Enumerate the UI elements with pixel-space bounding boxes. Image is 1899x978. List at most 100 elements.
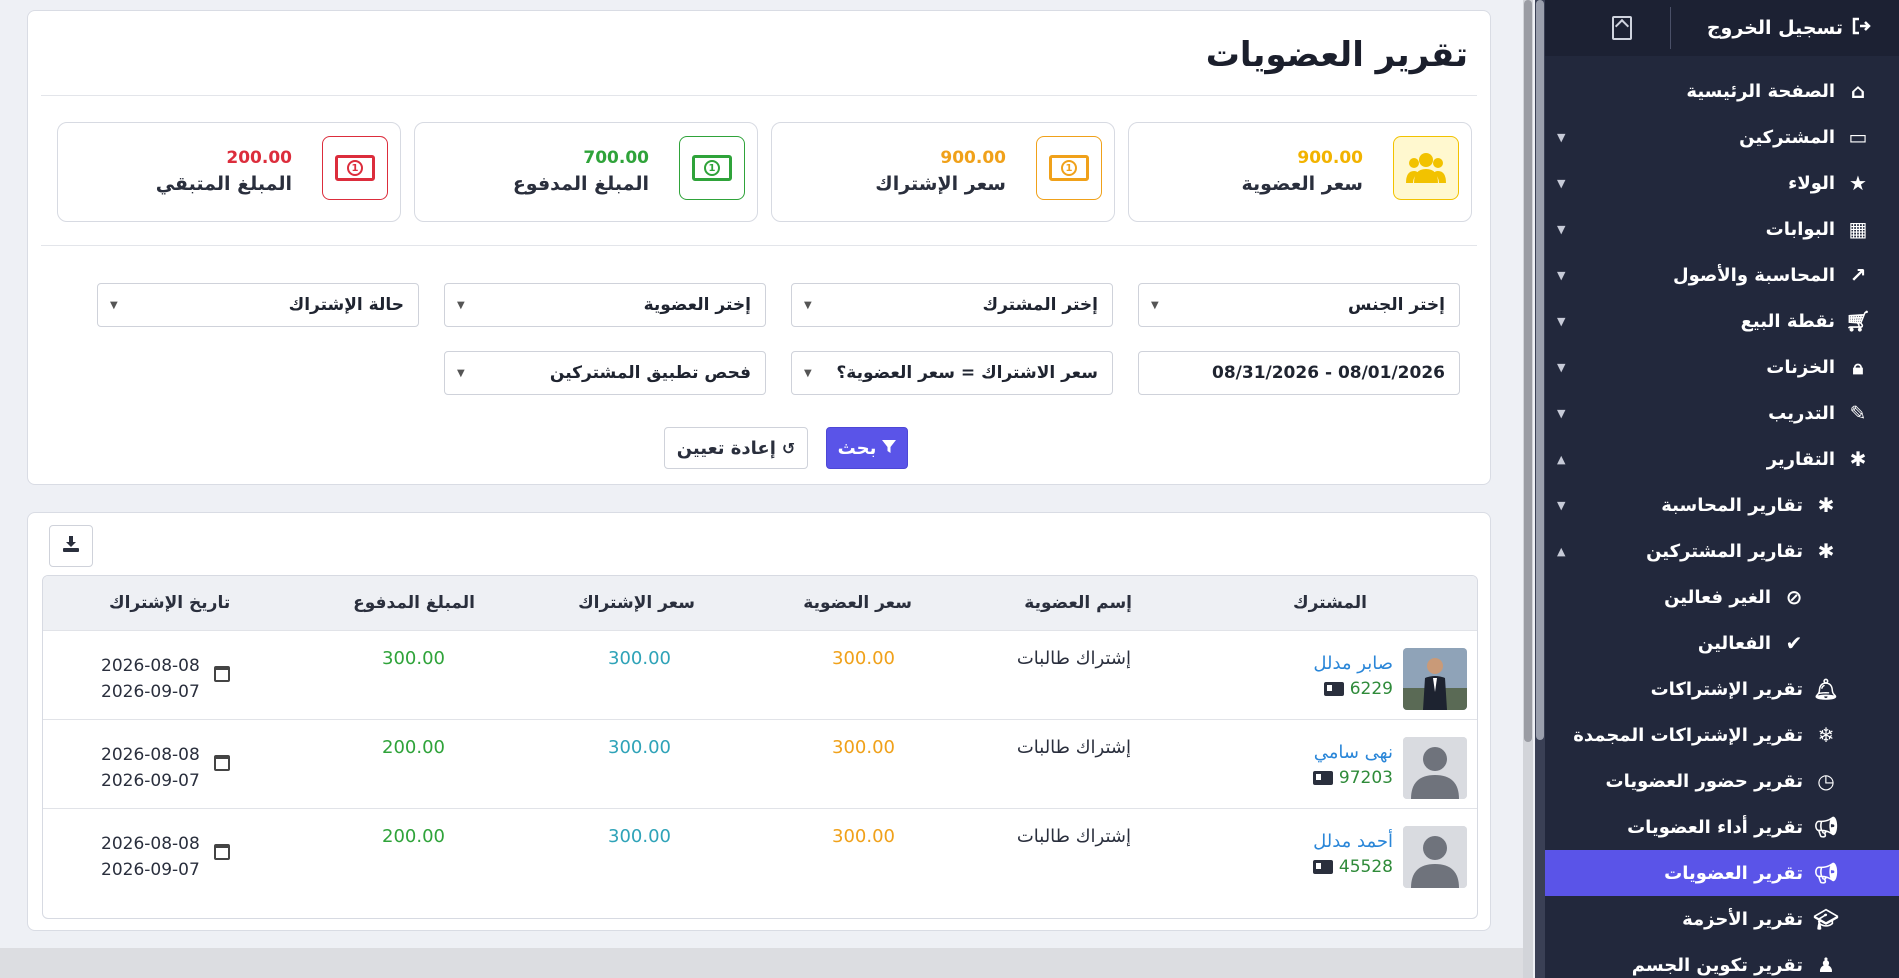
start-date: 2026-08-08 [101, 745, 200, 765]
check-icon: ✔ [1785, 631, 1803, 655]
sidebar-item-safes[interactable]: 🔒︎ الخزنات ▼ [1535, 344, 1899, 390]
sidebar-scrollbar-thumb[interactable] [1536, 0, 1544, 740]
col-date: تاريخ الإشتراك [109, 593, 231, 613]
footer-strip [0, 948, 1523, 978]
date-range-input[interactable]: 08/31/2026 - 08/01/2026 [1138, 351, 1460, 395]
sidebar-item-performance-report[interactable]: 📢︎ تقرير أداء العضويات [1535, 804, 1899, 850]
member-id-value: 6229 [1349, 679, 1393, 699]
sidebar-item-label: تقرير تكوين الجسم [1631, 954, 1803, 976]
sidebar-item-label: الفعالين [1697, 632, 1771, 654]
member-select[interactable]: إختر المشترك ▼ [791, 283, 1113, 327]
price-compare-select[interactable]: سعر الاشتراك = سعر العضوية؟ ▼ [791, 351, 1113, 395]
sidebar-top-bar: تسجيل الخروج [1535, 0, 1899, 56]
sidebar-item-attendance-report[interactable]: ◷ تقرير حضور العضويات [1535, 758, 1899, 804]
sidebar-item-label: تقرير الإشتراكات المجمدة [1573, 724, 1803, 746]
sidebar-item-label: البوابات [1765, 218, 1835, 240]
sidebar-item-reports[interactable]: ✱ التقارير ▲ [1535, 436, 1899, 482]
member-name-link[interactable]: أحمد مدلل [1313, 831, 1393, 852]
caret-down-icon: ▼ [110, 299, 118, 311]
sidebar-item-gates[interactable]: ▦ البوابات ▼ [1535, 206, 1899, 252]
caret-down-icon: ▼ [457, 367, 465, 379]
caret-down-icon: ▼ [1557, 314, 1566, 328]
app-check-select[interactable]: فحص تطبيق المشتركين ▼ [444, 351, 766, 395]
sidebar-item-training[interactable]: ✎ التدريب ▼ [1535, 390, 1899, 436]
graduation-cap-icon: 🎓︎ [1813, 907, 1839, 931]
sidebar-item-frozen-report[interactable]: ❄ تقرير الإشتراكات المجمدة [1535, 712, 1899, 758]
id-card-icon [1312, 771, 1333, 785]
divider [41, 245, 1477, 246]
caret-up-icon: ▲ [1557, 452, 1566, 466]
sidebar-item-active[interactable]: ✔ الفعالين [1535, 620, 1899, 666]
reset-button[interactable]: ↺ إعادة تعيين [664, 427, 808, 469]
divider [1669, 7, 1671, 49]
member-name-link[interactable]: نهى سامي [1314, 742, 1393, 763]
membership-select[interactable]: إختر العضوية ▼ [444, 283, 766, 327]
sidebar-item-label: الصفحة الرئيسية [1686, 80, 1835, 102]
main-scrollbar[interactable] [1523, 0, 1533, 978]
bell-icon: 🔔︎ [1813, 677, 1839, 701]
sidebar-item-subscribers[interactable]: ▭ المشتركين ▼ [1535, 114, 1899, 160]
search-button[interactable]: بحث [826, 427, 908, 469]
filter-icon [882, 438, 897, 459]
cart-icon: 🛒︎ [1845, 309, 1871, 333]
sidebar-item-belts-report[interactable]: 🎓︎ تقرير الأحزمة [1535, 896, 1899, 942]
col-membership: إسم العضوية [1024, 593, 1132, 613]
sidebar-item-accounting-reports[interactable]: ✱ تقارير المحاسبة ▼ [1535, 482, 1899, 528]
sidebar-item-inactive[interactable]: ⊘ الغير فعالين [1535, 574, 1899, 620]
logout-label: تسجيل الخروج [1706, 17, 1843, 39]
member-name-link[interactable]: صابر مدلل [1313, 653, 1393, 674]
sidebar-item-home[interactable]: ⌂ الصفحة الرئيسية [1535, 68, 1899, 114]
subscription-price: 300.00 [608, 648, 671, 669]
ban-icon: ⊘ [1785, 585, 1803, 609]
sidebar-item-label: نقطة البيع [1740, 310, 1835, 332]
sidebar-item-label: تقرير العضويات [1664, 862, 1803, 884]
language-icon[interactable] [1611, 16, 1632, 40]
start-date: 2026-08-08 [101, 834, 200, 854]
stat-label: سعر العضوية [1241, 173, 1363, 195]
table-header: المشترك إسم العضوية سعر العضوية سعر الإش… [43, 576, 1477, 631]
subscription-price: 300.00 [608, 737, 671, 758]
bug-icon: ✱ [1817, 493, 1835, 517]
app-check-value: فحص تطبيق المشتركين [549, 363, 751, 383]
sidebar-item-label: تقرير حضور العضويات [1605, 770, 1803, 792]
stat-membership-price: 900.00 سعر العضوية [1128, 122, 1472, 222]
home-icon: ⌂ [1850, 79, 1866, 103]
subscription-status-select[interactable]: حالة الإشتراك ▼ [97, 283, 419, 327]
memberships-table: المشترك إسم العضوية سعر العضوية سعر الإش… [42, 575, 1478, 919]
search-button-label: بحث [837, 437, 877, 459]
sidebar-item-label: المحاسبة والأصول [1672, 264, 1835, 286]
main-content: تقرير العضويات 900.00 سعر العضوية 1 900.… [0, 0, 1533, 978]
membership-name: إشتراك طالبات [1016, 826, 1131, 847]
sidebar-item-loyalty[interactable]: ★ الولاء ▼ [1535, 160, 1899, 206]
sidebar-item-subscriptions-report[interactable]: 🔔︎ تقرير الإشتراكات [1535, 666, 1899, 712]
status-select-value: حالة الإشتراك [288, 295, 404, 315]
download-button[interactable] [49, 525, 93, 567]
divider [41, 95, 1477, 96]
stat-value: 900.00 [1297, 148, 1363, 168]
start-date: 2026-08-08 [101, 656, 200, 676]
calendar-icon [214, 666, 230, 682]
caret-down-icon: ▼ [1151, 299, 1159, 311]
end-date: 2026-09-07 [101, 682, 200, 702]
caret-down-icon: ▼ [1557, 268, 1566, 282]
subscription-dates: 2026-08-08 2026-09-07 [101, 831, 200, 883]
stat-label: المبلغ المدفوع [512, 173, 649, 195]
calendar-icon [214, 844, 230, 860]
caret-down-icon: ▼ [804, 299, 812, 311]
caret-down-icon: ▼ [1557, 222, 1566, 236]
sidebar-item-memberships-report[interactable]: 📢︎ تقرير العضويات [1535, 850, 1899, 896]
sidebar-item-subscriber-reports[interactable]: ✱ تقارير المشتركين ▲ [1535, 528, 1899, 574]
membership-select-value: إختر العضوية [643, 295, 751, 315]
sidebar-item-accounting[interactable]: ↗ المحاسبة والأصول ▼ [1535, 252, 1899, 298]
logout-button[interactable]: تسجيل الخروج [1707, 17, 1871, 40]
sidebar-item-body-composition-report[interactable]: ♟ تقرير تكوين الجسم [1535, 942, 1899, 978]
stat-value: 900.00 [940, 148, 1006, 168]
gender-select[interactable]: إختر الجنس ▼ [1138, 283, 1460, 327]
avatar [1403, 648, 1467, 710]
sidebar-item-pos[interactable]: 🛒︎ نقطة البيع ▼ [1535, 298, 1899, 344]
snowflake-icon: ❄ [1817, 723, 1835, 747]
main-scrollbar-thumb[interactable] [1524, 0, 1532, 742]
caret-down-icon: ▼ [1557, 176, 1566, 190]
member-id: 6229 [1323, 679, 1393, 699]
sidebar-scrollbar[interactable] [1535, 0, 1545, 978]
